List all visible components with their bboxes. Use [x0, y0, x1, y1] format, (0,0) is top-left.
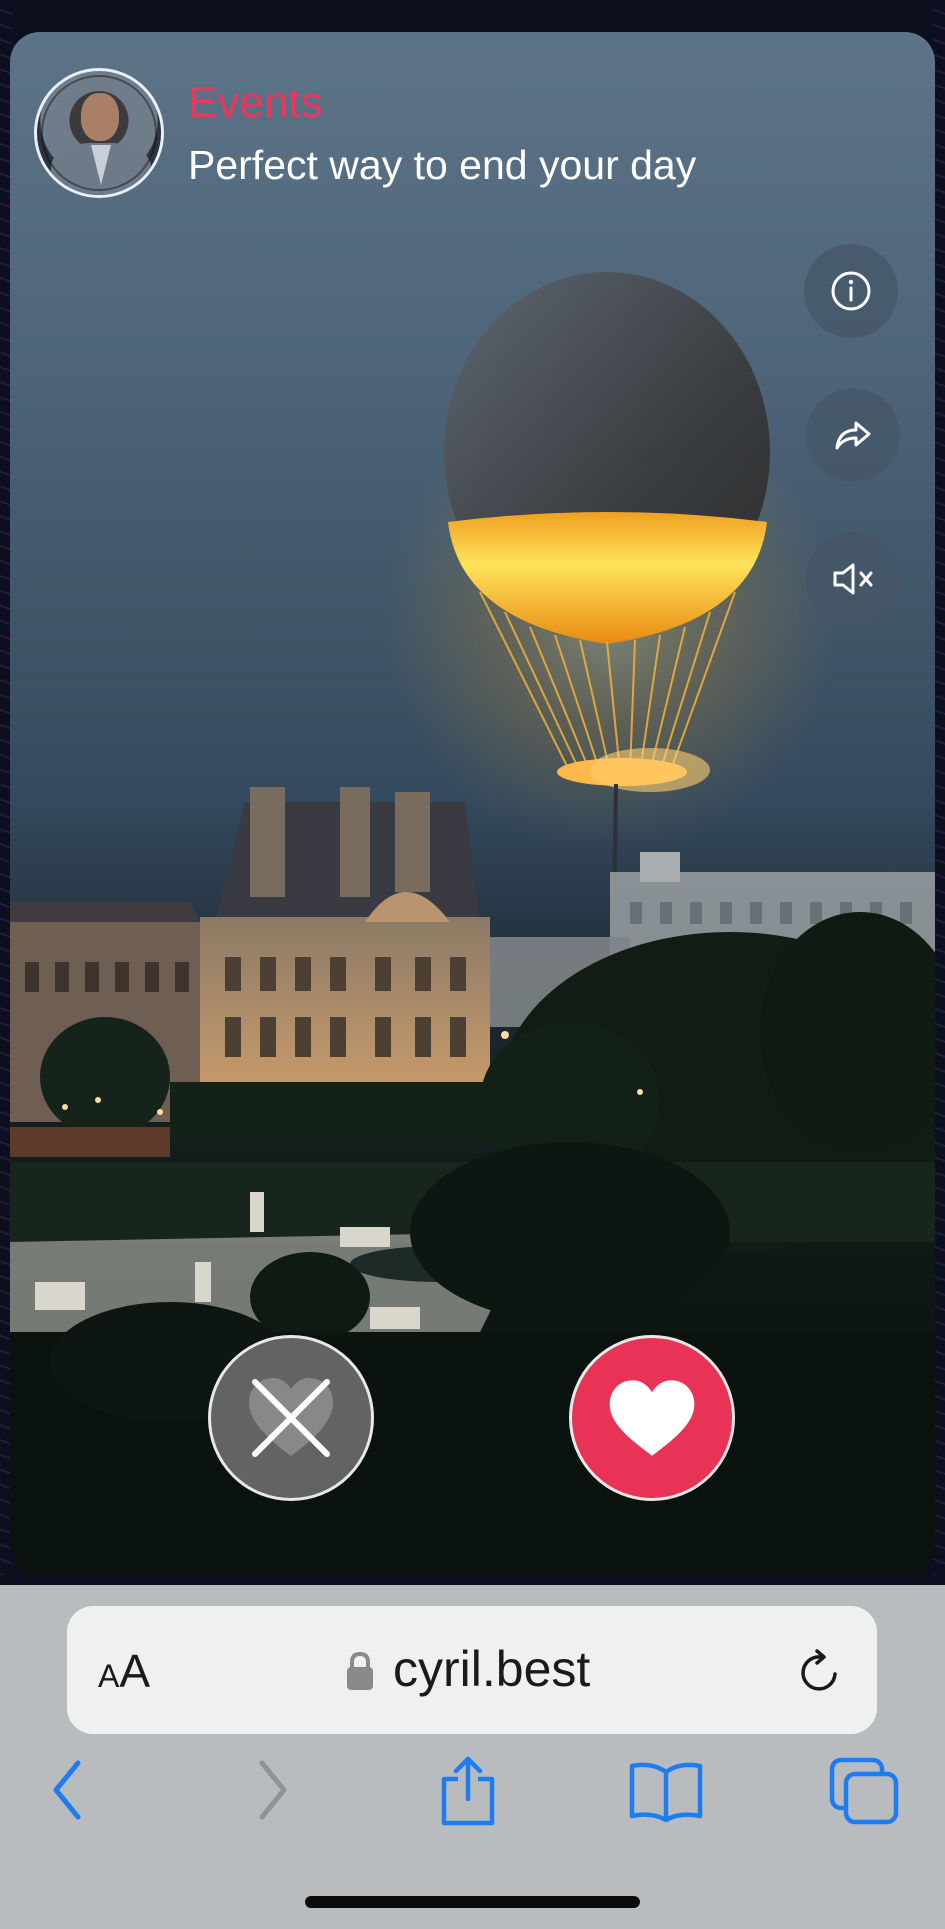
dislike-button[interactable] — [208, 1335, 374, 1501]
info-button[interactable] — [804, 244, 898, 338]
category-label[interactable]: Events — [188, 78, 323, 128]
avatar[interactable] — [34, 68, 164, 198]
hot-air-balloon-scene-image — [10, 272, 935, 1575]
reload-icon[interactable] — [795, 1648, 845, 1698]
mute-icon — [833, 563, 873, 595]
text-size-label-large: A — [119, 1645, 151, 1697]
page: Events Perfect way to end your day AA cy… — [0, 0, 945, 1929]
bookmarks-icon[interactable] — [628, 1760, 704, 1824]
home-indicator[interactable] — [305, 1896, 640, 1908]
share-icon[interactable] — [438, 1755, 498, 1827]
back-icon[interactable] — [48, 1755, 88, 1825]
text-size-button[interactable]: AA — [98, 1644, 150, 1698]
url-text[interactable]: cyril.best — [393, 1640, 590, 1698]
share-icon — [835, 421, 871, 450]
tabs-icon[interactable] — [828, 1756, 900, 1826]
forward-icon[interactable] — [252, 1755, 292, 1825]
mute-button[interactable] — [806, 532, 900, 626]
info-icon — [831, 271, 871, 311]
x-over-heart-icon — [249, 1378, 333, 1457]
like-button[interactable] — [569, 1335, 735, 1501]
heart-icon — [609, 1380, 695, 1456]
text-size-label-small: A — [98, 1658, 120, 1694]
share-button[interactable] — [806, 388, 900, 482]
lock-icon — [347, 1651, 373, 1690]
avatar-ring — [41, 75, 157, 191]
post-caption: Perfect way to end your day — [188, 142, 697, 188]
video-card[interactable]: Events Perfect way to end your day — [10, 32, 935, 1575]
